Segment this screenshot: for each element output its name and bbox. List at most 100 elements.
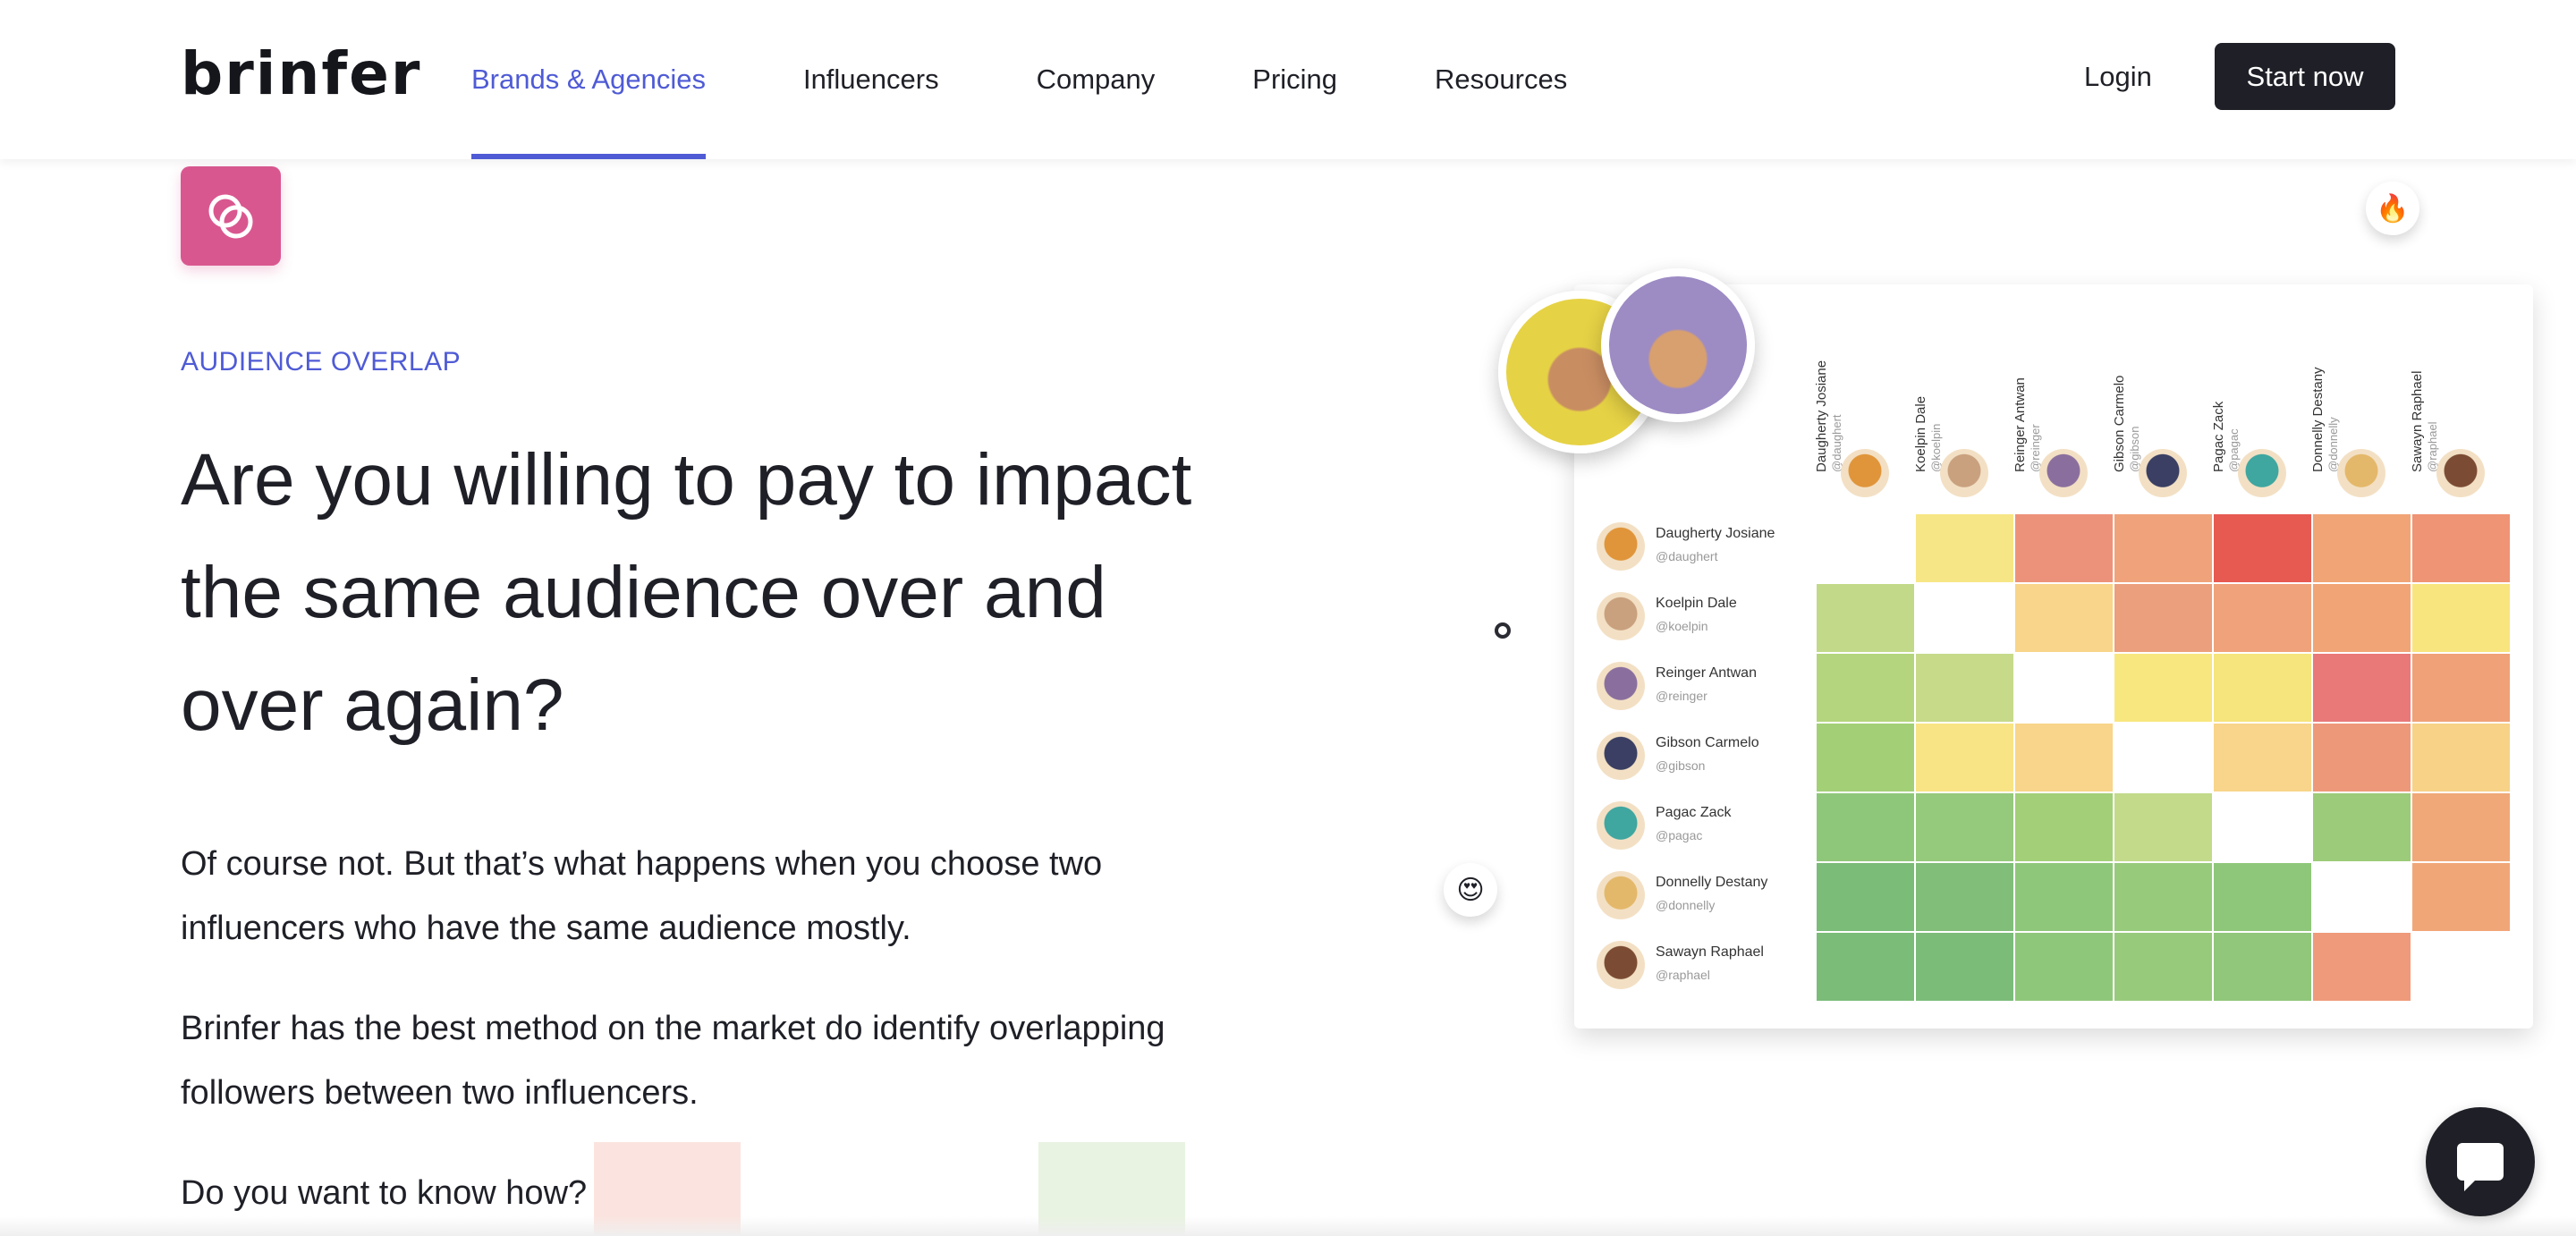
matrix-cell: [2014, 792, 2114, 862]
fire-emoji-icon: 🔥: [2366, 182, 2419, 235]
hero-headline: Are you willing to pay to impact the sam…: [181, 439, 1192, 746]
matrix-cell: [2014, 653, 2114, 723]
chat-button[interactable]: [2426, 1107, 2535, 1216]
matrix-cell: [2014, 932, 2114, 1002]
row-influencer-handle: @pagac: [1656, 828, 1703, 842]
avatar: [2337, 449, 2385, 497]
column-influencer-handle: @koelpin: [1929, 423, 1943, 472]
nav-link-company[interactable]: Company: [1037, 0, 1156, 159]
matrix-cell: [1915, 792, 2014, 862]
avatar: [2039, 449, 2088, 497]
matrix-cell: [2411, 653, 2511, 723]
matrix-cell: [2411, 583, 2511, 653]
login-link[interactable]: Login: [2084, 61, 2152, 93]
matrix-cell: [2213, 862, 2312, 932]
matrix-cell: [2014, 583, 2114, 653]
row-influencer-name: Donnelly Destany: [1656, 875, 1768, 890]
row-influencer-name: Gibson Carmelo: [1656, 735, 1759, 750]
column-influencer-name: Gibson Carmelo: [2112, 375, 2127, 472]
hero-paragraph-1: Of course not. But that’s what happens w…: [181, 845, 1103, 947]
matrix-cell: [1816, 653, 1915, 723]
matrix-cell: [2411, 862, 2511, 932]
row-influencer-name: Daugherty Josiane: [1656, 526, 1775, 541]
brinfer-logo[interactable]: brinfer: [181, 45, 421, 104]
hero-paragraph-2: Brinfer has the best method on the marke…: [181, 1010, 1165, 1112]
matrix-cell: [1816, 932, 1915, 1002]
matrix-cell: [2312, 583, 2411, 653]
matrix-row-header: Gibson Carmelo @gibson: [1597, 723, 1811, 791]
page-bottom-edge: [0, 1216, 2576, 1236]
matrix-cell: [2213, 723, 2312, 792]
avatar: [2238, 449, 2286, 497]
matrix-cell: [2014, 513, 2114, 583]
matrix-column-header: Gibson Carmelo @gibson: [2112, 304, 2212, 528]
chat-icon: [2457, 1143, 2504, 1191]
matrix-cell: [1816, 513, 1915, 583]
column-influencer-name: Sawayn Raphael: [2410, 370, 2425, 472]
top-navigation: brinfer Brands & Agencies Influencers Co…: [0, 0, 2576, 159]
nav-link-pricing[interactable]: Pricing: [1252, 0, 1337, 159]
matrix-cell: [2411, 723, 2511, 792]
matrix-cell: [2114, 583, 2213, 653]
main-menu: Brands & Agencies Influencers Company Pr…: [471, 0, 1665, 159]
matrix-cell: [1816, 583, 1915, 653]
row-influencer-name: Pagac Zack: [1656, 805, 1732, 820]
matrix-cell: [1915, 653, 2014, 723]
matrix-cell: [2114, 862, 2213, 932]
matrix-cell: [1816, 723, 1915, 792]
nav-link-resources[interactable]: Resources: [1435, 0, 1567, 159]
matrix-column-header: Reinger Antwan @reinger: [2012, 304, 2113, 528]
column-influencer-name: Reinger Antwan: [2012, 377, 2028, 472]
column-influencer-handle: @reinger: [2029, 424, 2042, 472]
matrix-column-header: Koelpin Dale @koelpin: [1913, 304, 2013, 528]
matrix-row-header: Reinger Antwan @reinger: [1597, 653, 1811, 721]
matrix-column-header: Sawayn Raphael @raphael: [2410, 304, 2510, 528]
section-eyebrow: AUDIENCE OVERLAP: [181, 347, 462, 377]
avatar: [1597, 801, 1645, 850]
matrix-cell: [2411, 932, 2511, 1002]
nav-link-brands-agencies[interactable]: Brands & Agencies: [471, 0, 706, 159]
row-influencer-handle: @reinger: [1656, 689, 1707, 703]
avatar: [1597, 522, 1645, 571]
matrix-cell: [2312, 653, 2411, 723]
overlap-circles-icon: [181, 166, 281, 266]
row-influencer-name: Reinger Antwan: [1656, 665, 1757, 681]
matrix-cell: [2114, 653, 2213, 723]
column-influencer-name: Pagac Zack: [2211, 401, 2226, 472]
column-influencer-handle: @pagac: [2227, 428, 2241, 472]
matrix-cell: [2014, 723, 2114, 792]
matrix-cell: [2213, 583, 2312, 653]
matrix-cell: [2312, 513, 2411, 583]
matrix-cell: [2114, 792, 2213, 862]
matrix-cell: [2312, 932, 2411, 1002]
matrix-cell: [2312, 723, 2411, 792]
heart-eyes-emoji-icon: 😍: [1444, 863, 1497, 917]
matrix-cell: [2312, 862, 2411, 932]
matrix-cell: [1915, 723, 2014, 792]
start-now-button[interactable]: Start now: [2215, 43, 2395, 110]
matrix-row-header: Daugherty Josiane @daughert: [1597, 513, 1811, 581]
matrix-cell: [2312, 792, 2411, 862]
matrix-cell: [1915, 862, 2014, 932]
row-influencer-name: Koelpin Dale: [1656, 596, 1737, 611]
matrix-cell: [2114, 513, 2213, 583]
matrix-cell: [1915, 513, 2014, 583]
avatar: [1597, 871, 1645, 919]
column-influencer-handle: @daughert: [1830, 414, 1843, 472]
avatar: [2436, 449, 2485, 497]
matrix-row-header: Sawayn Raphael @raphael: [1597, 932, 1811, 1000]
avatar: [1841, 449, 1889, 497]
avatar: [1597, 941, 1645, 989]
matrix-cell: [1816, 862, 1915, 932]
row-influencer-handle: @gibson: [1656, 758, 1706, 773]
row-influencer-name: Sawayn Raphael: [1656, 944, 1764, 960]
avatar: [1940, 449, 1988, 497]
avatar: [1597, 732, 1645, 780]
nav-link-influencers[interactable]: Influencers: [803, 0, 939, 159]
matrix-column-header: Pagac Zack @pagac: [2211, 304, 2311, 528]
avatar: [2139, 449, 2187, 497]
column-influencer-handle: @gibson: [2128, 426, 2141, 472]
matrix-row-header: Pagac Zack @pagac: [1597, 792, 1811, 860]
matrix-cell: [1915, 932, 2014, 1002]
influencer-photo-man: [1601, 268, 1755, 422]
